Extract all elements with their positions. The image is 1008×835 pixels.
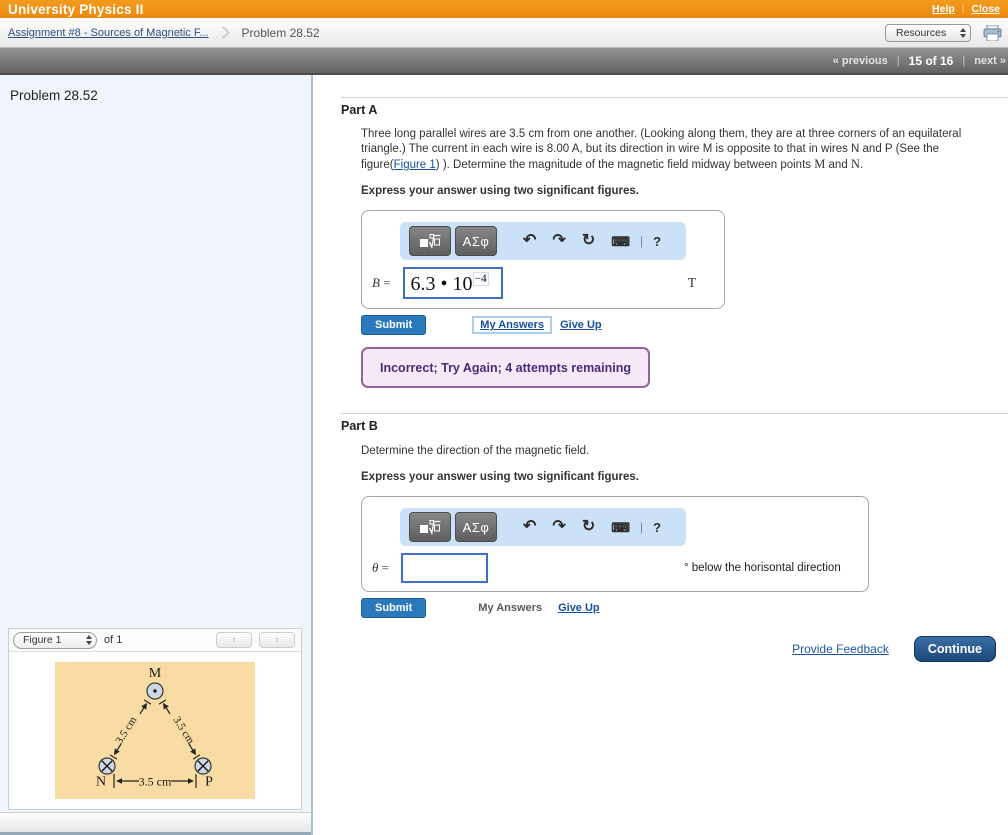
main-content: Part A Three long parallel wires are 3.5…	[313, 75, 1008, 835]
figure-next-button[interactable]: ›	[259, 632, 295, 648]
problem-text-segment: .	[859, 159, 864, 171]
toolbar-divider: |	[639, 234, 644, 248]
keyboard-icon[interactable]: ⌨	[603, 521, 638, 534]
part-a-give-up-link[interactable]: Give Up	[560, 319, 602, 331]
problem-sidebar: Problem 28.52 Figure 1 of 1 ‹ › 3.5 cm 3…	[0, 75, 313, 835]
answer-variable-label: θ =	[372, 560, 389, 575]
part-a-problem-statement: Three long parallel wires are 3.5 cm fro…	[361, 127, 997, 173]
unit-label: T	[687, 275, 696, 290]
redo-icon[interactable]: ↷	[544, 233, 573, 249]
reset-icon[interactable]: ↻	[574, 233, 603, 249]
part-b-give-up-link[interactable]: Give Up	[558, 602, 600, 614]
part-b-answer-box: ΑΣφ ↶ ↷ ↻ ⌨ | ? θ = ° below the horisont…	[361, 496, 869, 592]
part-a-my-answers-link[interactable]: My Answers	[480, 319, 544, 331]
provide-feedback-link[interactable]: Provide Feedback	[792, 642, 889, 656]
footer-actions: Provide Feedback Continue	[341, 636, 1008, 662]
part-a-feedback-text: Incorrect; Try Again; 4 attempts remaini…	[380, 360, 631, 375]
reset-icon[interactable]: ↻	[574, 519, 603, 535]
part-b-title: Part B	[341, 419, 378, 433]
part-b-problem-statement: Determine the direction of the magnetic …	[361, 445, 590, 457]
wire-n-label: N	[96, 775, 106, 790]
greek-symbols-button[interactable]: ΑΣφ	[455, 512, 497, 542]
wire-m-label: M	[149, 666, 162, 681]
figure-count-label: of 1	[104, 634, 123, 646]
help-icon[interactable]: ?	[645, 235, 669, 248]
next-link[interactable]: next »	[974, 55, 1006, 67]
redo-icon[interactable]: ↷	[544, 519, 573, 535]
help-link[interactable]: Help	[932, 3, 955, 15]
continue-button[interactable]: Continue	[913, 636, 996, 662]
previous-link[interactable]: « previous	[833, 55, 888, 67]
undo-icon[interactable]: ↶	[515, 233, 544, 249]
print-icon[interactable]	[983, 24, 1002, 41]
part-b-divider	[341, 413, 1008, 414]
figure-wires-diagram: 3.5 cm 3.5 cm 3.5 cm M N P	[55, 662, 255, 799]
breadcrumb-tools: Resources	[885, 23, 1002, 42]
current-out-of-page-icon	[153, 689, 157, 693]
math-symbol-n: N	[850, 157, 860, 171]
undo-icon[interactable]: ↶	[515, 519, 544, 535]
figure-select-stepper-icon	[86, 635, 92, 645]
equation-toolbar: ΑΣφ ↶ ↷ ↻ ⌨ | ?	[400, 222, 686, 260]
breadcrumb-current: Problem 28.52	[241, 25, 320, 40]
greek-symbols-button[interactable]: ΑΣφ	[455, 226, 497, 256]
figure-canvas: 3.5 cm 3.5 cm 3.5 cm M N P	[9, 652, 301, 809]
unit-suffix-label: ° below the horisontal direction	[683, 562, 841, 574]
close-link[interactable]: Close	[971, 3, 1000, 15]
dropdown-stepper-icon	[960, 27, 966, 38]
toolbar-divider: |	[639, 520, 644, 534]
breadcrumb-assignment-link[interactable]: Assignment #8 - Sources of Magnetic F...	[8, 27, 209, 39]
header-links: Help | Close	[932, 3, 1000, 15]
problem-title: Problem 28.52	[10, 88, 98, 103]
part-a-divider	[341, 97, 1008, 98]
figure-bottom-dim-label: 3.5 cm	[139, 775, 172, 789]
nav-divider: |	[962, 54, 966, 67]
answer-exponent: −4	[472, 272, 489, 286]
figure-nav: ‹ ›	[216, 632, 295, 648]
nav-divider: |	[896, 54, 900, 67]
figure-link[interactable]: Figure 1	[394, 159, 436, 171]
app-title: University Physics II	[8, 1, 144, 17]
resources-dropdown-label: Resources	[896, 26, 947, 39]
part-a-submit-row: Submit My Answers Give Up	[361, 315, 1008, 335]
part-a-answer-box: ΑΣφ ↶ ↷ ↻ ⌨ | ? B = 6.3 • 10 −4 T	[361, 210, 725, 309]
problem-text-segment: ) ). Determine the magnitude of the magn…	[435, 159, 815, 171]
part-b-instruction: Express your answer using two significan…	[361, 471, 639, 483]
part-a-instruction: Express your answer using two significan…	[361, 185, 639, 197]
equation-toolbar: ΑΣφ ↶ ↷ ↻ ⌨ | ?	[400, 508, 686, 546]
answer-mantissa: 6.3 • 10	[410, 273, 473, 295]
page-position: 15 of 16	[908, 53, 954, 68]
part-a-answer-input[interactable]: 6.3 • 10 −4	[402, 267, 503, 299]
breadcrumb-chevron-icon	[216, 26, 230, 39]
figure-select[interactable]: Figure 1	[13, 631, 97, 649]
header-divider: |	[961, 3, 965, 15]
equation-templates-button[interactable]	[409, 512, 451, 542]
app-header: University Physics II Help | Close	[0, 0, 1008, 18]
help-icon[interactable]: ?	[645, 521, 669, 534]
figure-selector-bar: Figure 1 of 1 ‹ ›	[9, 629, 301, 652]
keyboard-icon[interactable]: ⌨	[603, 235, 638, 248]
equation-template-icon	[419, 234, 440, 249]
wire-p-label: P	[205, 775, 213, 790]
answer-variable-label: B =	[372, 275, 391, 290]
part-b-my-answers-label: My Answers	[478, 602, 543, 614]
equation-template-icon	[419, 520, 440, 535]
part-a-title: Part A	[341, 103, 378, 117]
figure-select-value: Figure 1	[23, 634, 62, 646]
figure-panel-footer	[0, 812, 311, 832]
equation-templates-button[interactable]	[409, 226, 451, 256]
figure-panel: Figure 1 of 1 ‹ › 3.5 cm 3.5 cm 3.5 cm M…	[8, 628, 302, 810]
resources-dropdown[interactable]: Resources	[885, 23, 971, 42]
part-b-answer-input[interactable]	[400, 553, 488, 583]
part-a-feedback-box: Incorrect; Try Again; 4 attempts remaini…	[361, 347, 650, 388]
breadcrumb-bar: Assignment #8 - Sources of Magnetic F...…	[0, 18, 1008, 48]
my-answers-focus-ring: My Answers	[472, 316, 553, 334]
page-nav-bar: « previous | 15 of 16 | next »	[0, 48, 1008, 75]
problem-text-segment: and	[825, 159, 851, 171]
part-b-submit-row: Submit My Answers Give Up	[361, 598, 1008, 618]
math-symbol-m: M	[814, 157, 826, 171]
figure-prev-button[interactable]: ‹	[216, 632, 252, 648]
part-b-submit-button[interactable]: Submit	[361, 598, 427, 618]
part-a-submit-button[interactable]: Submit	[361, 315, 427, 335]
